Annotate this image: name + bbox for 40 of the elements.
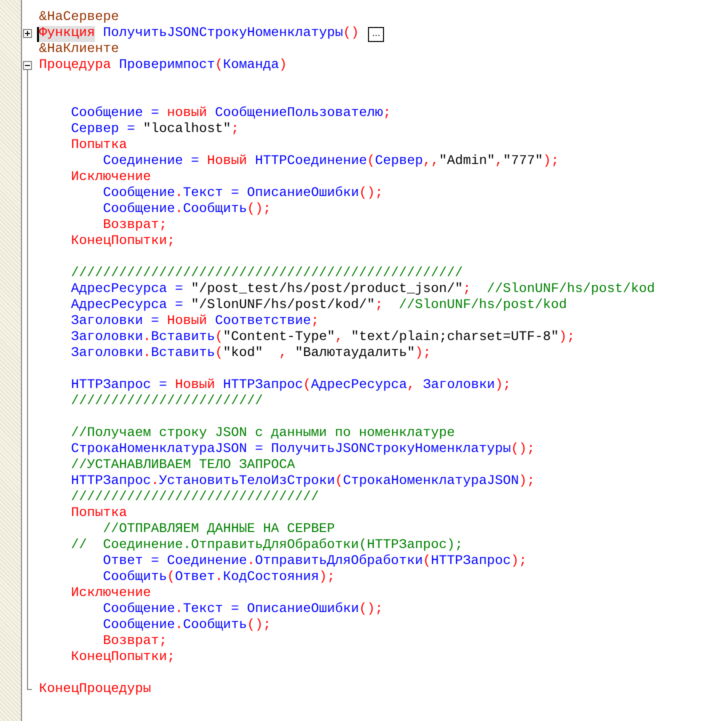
code-line: КонецПроцедуры xyxy=(39,682,151,698)
code-line: Заголовки.Вставить("kod" , "Валютаудалить"); xyxy=(70,346,431,362)
code-line: Сообщение.Сообщить(); xyxy=(102,618,271,634)
code-line: СтрокаНоменклатураJSON = ПолучитьJSONСтрокуНоменклатуры(); xyxy=(70,442,535,458)
code-line: АдресРесурса = "/post_test/hs/post/product_json/"; //SlonUNF/hs/post/kod xyxy=(70,282,655,298)
code-line: Исключение xyxy=(70,170,151,186)
code-line: Сообщение.Сообщить(); xyxy=(102,202,271,218)
code-line: Сообщение.Текст = ОписаниеОшибки(); xyxy=(102,602,383,618)
code-line: Исключение xyxy=(70,586,151,602)
code-line: HTTPЗапрос.УстановитьТелоИзСтроки(СтрокаНоменклатураJSON); xyxy=(70,474,535,490)
code-line: Функция ПолучитьJSONСтрокуНоменклатуры() xyxy=(39,26,359,42)
code-line: КонецПопытки; xyxy=(70,650,175,666)
code-line: /////////////////////////////// xyxy=(70,490,319,506)
code-line: Сообщение = новый СообщениеПользователю; xyxy=(70,106,391,122)
code-line: Процедура Проверимпост(Команда) xyxy=(39,58,287,74)
code-line: Возврат; xyxy=(102,634,167,650)
code-line: Попытка xyxy=(70,138,127,154)
code-line: //////////////////////// xyxy=(70,394,263,410)
expand-icon[interactable] xyxy=(23,29,32,38)
code-line: Ответ = Соединение.ОтправитьДляОбработки(HTTPЗапрос); xyxy=(102,554,527,570)
code-line: Попытка xyxy=(70,506,127,522)
code-line: Возврат; xyxy=(102,218,167,234)
code-line: Сервер = "localhost"; xyxy=(70,122,239,138)
code-line: Заголовки = Новый Соответствие; xyxy=(70,314,319,330)
code-line: // Соединение.ОтправитьДляОбработки(HTTPЗапрос); xyxy=(70,538,463,554)
code-line: &НаКлиенте xyxy=(39,42,119,58)
code-line: АдресРесурса = "/SlonUNF/hs/post/kod/"; //SlonUNF/hs/post/kod xyxy=(70,298,567,314)
code-line: КонецПопытки; xyxy=(70,234,175,250)
code-line: Сообщить(Ответ.КодСостояния); xyxy=(102,570,335,586)
code-line: //УСТАНАВЛИВАЕМ ТЕЛО ЗАПРОСА xyxy=(70,458,295,474)
code-line: Заголовки.Вставить("Content-Type", "text/plain;charset=UTF-8"); xyxy=(70,330,575,346)
code-line: &НаСервере xyxy=(39,10,119,26)
code-line: HTTPЗапрос = Новый HTTPЗапрос(АдресРесурса, Заголовки); xyxy=(70,378,511,394)
code-line: ///////////////////////////////////////////////// xyxy=(70,266,463,282)
code-line: //Получаем строку JSON с данными по номенклатуре xyxy=(70,426,455,442)
collapse-icon[interactable] xyxy=(23,61,32,70)
collapsed-code-button[interactable]: ... xyxy=(368,26,384,42)
code-line: Сообщение.Текст = ОписаниеОшибки(); xyxy=(102,186,383,202)
code-line: //ОТПРАВЛЯЕМ ДАННЫЕ НА СЕРВЕР xyxy=(102,522,335,538)
code-line: Соединение = Новый HTTPСоединение(Сервер,,"Admin","777"); xyxy=(102,154,559,170)
